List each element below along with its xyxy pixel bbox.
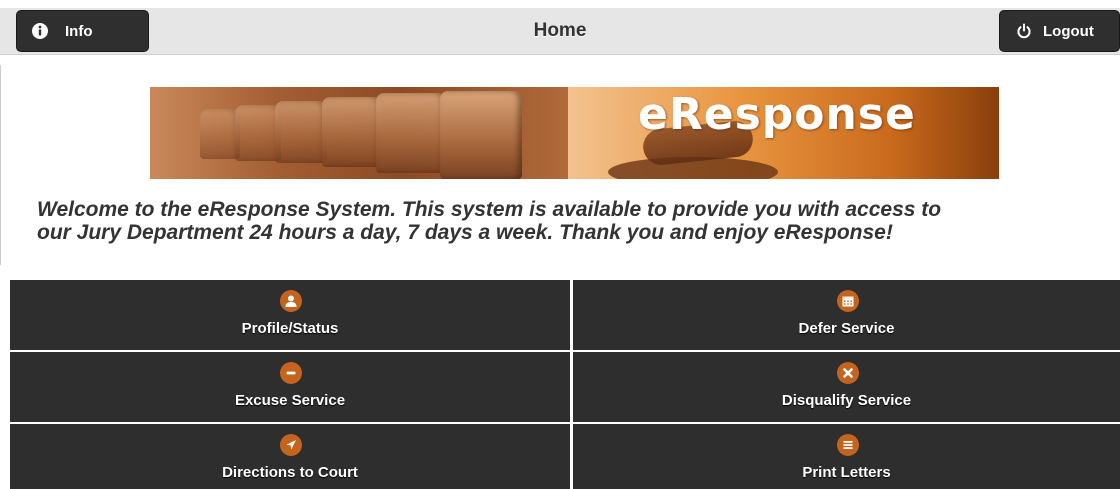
defer-service-button[interactable]: Defer Service — [573, 280, 1120, 350]
print-letters-label: Print Letters — [802, 464, 891, 481]
disqualify-service-label: Disqualify Service — [781, 392, 912, 409]
directions-to-court-label: Directions to Court — [222, 464, 358, 481]
left-border — [0, 65, 4, 265]
user-icon — [280, 290, 302, 312]
welcome-message: Welcome to the eResponse System. This sy… — [37, 198, 1120, 244]
disqualify-service-button[interactable]: Disqualify Service — [573, 352, 1120, 422]
logout-button[interactable]: Logout — [999, 10, 1120, 52]
minus-icon — [280, 362, 302, 384]
excuse-service-label: Excuse Service — [234, 392, 346, 409]
defer-service-label: Defer Service — [798, 320, 895, 337]
eresponse-banner: eResponse — [150, 87, 999, 179]
welcome-line-1: Welcome to the eResponse System. This sy… — [37, 198, 942, 221]
page-title: Home — [533, 20, 587, 41]
banner-brand-text: eResponse — [638, 89, 916, 140]
print-letters-button[interactable]: Print Letters — [573, 424, 1120, 489]
close-icon — [837, 362, 859, 384]
page: Info Home Logout eResponse Welcome to th… — [0, 0, 1120, 489]
directions-to-court-button[interactable]: Directions to Court — [10, 424, 570, 489]
power-icon — [1015, 22, 1033, 40]
excuse-service-button[interactable]: Excuse Service — [10, 352, 570, 422]
profile-status-label: Profile/Status — [241, 320, 339, 337]
calendar-icon — [837, 290, 859, 312]
navigation-arrow-icon — [280, 434, 302, 456]
profile-status-button[interactable]: Profile/Status — [10, 280, 570, 350]
courtroom-chairs-image — [150, 87, 568, 179]
list-icon — [837, 434, 859, 456]
welcome-line-2: our Jury Department 24 hours a day, 7 da… — [37, 221, 893, 244]
logout-button-label: Logout — [1043, 22, 1094, 40]
menu-grid: Profile/Status Defer Service Excuse Serv… — [10, 280, 1120, 489]
top-toolbar: Info Home Logout — [0, 8, 1120, 55]
